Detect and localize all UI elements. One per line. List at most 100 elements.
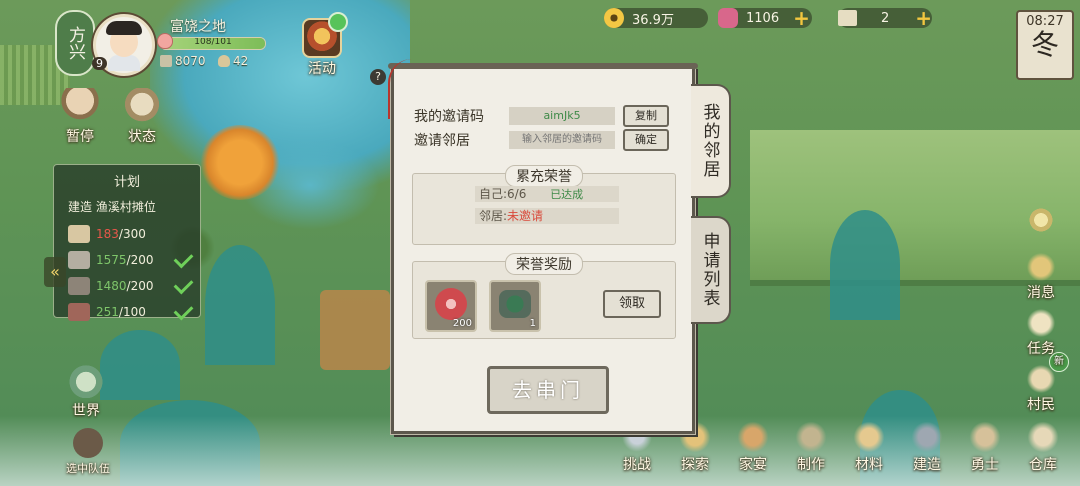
- material-row: 1575 /200: [54, 247, 200, 273]
- wood-icon: [68, 225, 90, 243]
- gems-counter[interactable]: 1106 +: [718, 8, 812, 28]
- villager-button[interactable]: 村民: [1015, 364, 1067, 414]
- add-gems-button[interactable]: +: [793, 8, 810, 28]
- clock-season: 冬: [1030, 28, 1059, 61]
- material-need: /200: [126, 253, 154, 267]
- hammer-icon: [909, 420, 945, 454]
- villager-label: 村民: [1027, 397, 1055, 413]
- bowl-icon: [735, 420, 771, 454]
- tab-request-list[interactable]: 申请列表: [691, 216, 731, 324]
- hill: [830, 210, 900, 320]
- prosperity-stat: 8070: [160, 54, 206, 68]
- stat2-value: 42: [233, 54, 249, 68]
- ticket-icon: [838, 10, 857, 26]
- reward-count: 1: [529, 318, 536, 329]
- message-label: 消息: [1027, 285, 1055, 301]
- self-status: 已达成: [550, 188, 584, 201]
- explore-label: 探索: [681, 457, 709, 473]
- coins-counter[interactable]: 36.9万: [604, 8, 708, 28]
- team-icon: [73, 428, 103, 458]
- copy-button[interactable]: 复制: [623, 105, 669, 127]
- game-clock[interactable]: 08:27 冬: [1016, 10, 1074, 80]
- team-button[interactable]: 选中队伍: [55, 428, 121, 476]
- neighbor-progress: 邻居:未邀请: [475, 208, 619, 224]
- invite-code-input[interactable]: [509, 131, 615, 149]
- check-icon: [173, 274, 194, 295]
- materials-button[interactable]: 材料: [844, 420, 894, 474]
- honor-section: 累充荣誉 自己:6/6 已达成 邻居:未邀请: [412, 165, 676, 245]
- plan-panel[interactable]: 计划 建造 渔溪村摊位 183 /300 1575 /200 1480 /200…: [53, 164, 201, 321]
- pavilion-icon: [122, 88, 162, 124]
- warehouse-label: 仓库: [1029, 457, 1057, 473]
- tickets-counter[interactable]: 2 +: [838, 8, 932, 28]
- message-button[interactable]: 消息: [1015, 252, 1067, 302]
- gem-icon: [718, 8, 738, 28]
- materials-label: 材料: [855, 457, 883, 473]
- world-map-icon: [66, 362, 106, 398]
- pause-button[interactable]: 暂停: [55, 88, 105, 146]
- scroll-icon: [1024, 308, 1058, 338]
- person-icon: [218, 55, 230, 67]
- house-icon: [160, 55, 172, 67]
- material-row: 183 /300: [54, 221, 200, 247]
- team-label: 选中队伍: [66, 462, 110, 475]
- material-have: 183: [96, 227, 119, 241]
- invite-neighbor-label: 邀请邻居: [414, 133, 470, 149]
- building: [320, 290, 390, 370]
- exp-bar: 108/101: [160, 37, 266, 50]
- status-button[interactable]: 状态: [117, 88, 167, 146]
- collapse-panel-button[interactable]: «: [44, 257, 66, 287]
- challenge-label: 挑战: [623, 457, 651, 473]
- red-gem-icon: [435, 288, 467, 320]
- anvil-icon: [793, 420, 829, 454]
- visit-button[interactable]: 去串门: [487, 366, 609, 414]
- mushroom-icon: [60, 88, 100, 124]
- claim-button[interactable]: 领取: [603, 290, 661, 318]
- reward-item[interactable]: 1: [489, 280, 541, 332]
- coins-value: 36.9万: [632, 12, 674, 28]
- tickets-value: 2: [880, 10, 890, 26]
- task-button[interactable]: 任务 新: [1015, 308, 1069, 372]
- warrior-button[interactable]: 勇士: [960, 420, 1010, 474]
- red-string-decoration: [388, 59, 412, 119]
- material-row: 251 /100: [54, 299, 200, 325]
- warehouse-button[interactable]: 仓库: [1018, 420, 1068, 474]
- peach-icon: [157, 33, 173, 49]
- material-need: /100: [118, 305, 146, 319]
- blossom-button[interactable]: [1015, 205, 1067, 235]
- exp-text: 108/101: [194, 37, 232, 47]
- neighbor-status: 未邀请: [507, 209, 544, 223]
- stone-icon: [68, 251, 90, 269]
- activity-label: 活动: [308, 61, 336, 77]
- activity-button[interactable]: 活动: [300, 12, 348, 78]
- player-name: 富饶之地: [170, 19, 226, 35]
- autumn-tree: [200, 125, 280, 200]
- reward-section: 荣誉奖励 200 1 领取: [412, 253, 676, 339]
- clock-time: 08:27: [1026, 14, 1064, 29]
- add-tickets-button[interactable]: +: [915, 8, 932, 28]
- ore-icon: [68, 277, 90, 295]
- material-have: 1480: [96, 279, 127, 293]
- build-button[interactable]: 建造: [902, 420, 952, 474]
- stat1-value: 8070: [175, 54, 206, 68]
- tab-my-neighbors[interactable]: 我的邻居: [691, 84, 731, 198]
- craft-label: 制作: [797, 457, 825, 473]
- self-label: 自己:: [479, 187, 508, 201]
- pause-label: 暂停: [66, 129, 94, 145]
- invite-code-value: aimJk5: [509, 107, 615, 125]
- gems-value: 1106: [746, 10, 780, 26]
- help-icon[interactable]: ?: [370, 69, 386, 85]
- craft-button[interactable]: 制作: [786, 420, 836, 474]
- honor-title: 累充荣誉: [505, 165, 583, 187]
- plan-subtitle: 建造 渔溪村摊位: [68, 200, 156, 214]
- feast-button[interactable]: 家宴: [728, 420, 778, 474]
- world-button[interactable]: 世界: [58, 362, 114, 420]
- avatar-body: [108, 55, 140, 71]
- region-badge[interactable]: 方兴: [55, 10, 95, 76]
- self-progress: 自己:6/6 已达成: [475, 186, 619, 202]
- confirm-button[interactable]: 确定: [623, 129, 669, 151]
- check-icon: [173, 248, 194, 269]
- material-need: /200: [126, 279, 154, 293]
- coin-icon: [604, 8, 624, 28]
- reward-item[interactable]: 200: [425, 280, 477, 332]
